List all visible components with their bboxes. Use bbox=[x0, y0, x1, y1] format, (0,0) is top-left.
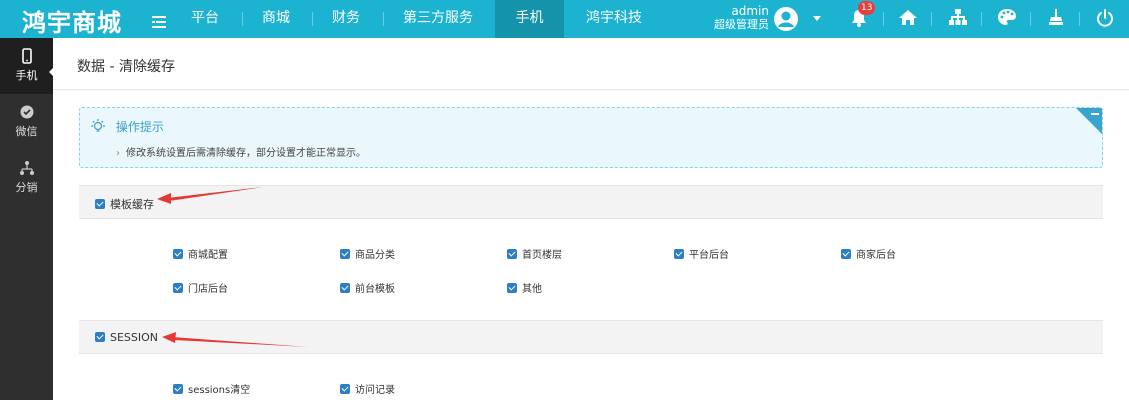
brand-logo[interactable]: 鸿宇商城 bbox=[22, 3, 122, 38]
option-label: 其他 bbox=[522, 284, 542, 295]
collapse-toggle[interactable] bbox=[1076, 108, 1102, 134]
sidebar-item-label: 微信 bbox=[15, 125, 38, 138]
toolbar-divider bbox=[1030, 12, 1031, 26]
nav-divider bbox=[312, 12, 313, 26]
group-label: 模板缓存 bbox=[110, 198, 154, 211]
home-icon[interactable] bbox=[898, 8, 918, 28]
sidebar-item-mobile[interactable]: 手机 bbox=[0, 38, 53, 94]
checkbox-icon[interactable] bbox=[173, 249, 183, 259]
tip-box: 操作提示 › 修改系统设置后需清除缓存，部分设置才能正常显示。 bbox=[79, 107, 1103, 168]
page-header: 数据 - 清除缓存 bbox=[53, 38, 1129, 90]
toolbar-divider bbox=[981, 12, 982, 26]
option-label: 商品分类 bbox=[355, 250, 395, 261]
option-label: sessions清空 bbox=[188, 385, 251, 396]
broom-icon[interactable] bbox=[1046, 8, 1066, 28]
mobile-icon bbox=[19, 48, 35, 64]
power-icon[interactable] bbox=[1095, 8, 1115, 28]
nav-divider bbox=[383, 12, 384, 26]
option-checkbox[interactable]: sessions清空 bbox=[173, 381, 250, 396]
sidebar-item-label: 手机 bbox=[15, 69, 38, 82]
option-label: 门店后台 bbox=[188, 284, 228, 295]
toolbar-divider bbox=[883, 12, 884, 26]
page-title: 数据 - 清除缓存 bbox=[77, 59, 175, 75]
bullet-icon: › bbox=[116, 148, 120, 159]
main-content: 数据 - 清除缓存 操作提示 › 修改系统设置后需清除缓存，部分设置才能正常显示。… bbox=[53, 38, 1129, 400]
nav-item-hongyu-tech[interactable]: 鸿宇科技 bbox=[578, 0, 650, 38]
network-icon bbox=[19, 160, 35, 176]
option-checkbox[interactable]: 商品分类 bbox=[340, 246, 395, 261]
option-checkbox[interactable]: 门店后台 bbox=[173, 280, 228, 295]
option-label: 商城配置 bbox=[188, 250, 228, 261]
option-checkbox[interactable]: 商家后台 bbox=[841, 246, 896, 261]
checkbox-icon[interactable] bbox=[507, 249, 517, 259]
user-name: admin bbox=[731, 4, 769, 18]
tip-header: 操作提示 bbox=[90, 118, 164, 137]
checkbox-icon[interactable] bbox=[95, 332, 105, 342]
content-panel: 操作提示 › 修改系统设置后需清除缓存，部分设置才能正常显示。 模板缓存 商城配置… bbox=[53, 90, 1129, 400]
nav-item-mall[interactable]: 商城 bbox=[256, 0, 296, 38]
checkbox-icon[interactable] bbox=[674, 249, 684, 259]
sitemap-icon[interactable] bbox=[948, 8, 968, 28]
group-checkbox-session[interactable]: SESSION bbox=[95, 331, 158, 344]
checkbox-icon[interactable] bbox=[340, 384, 350, 394]
toolbar-divider bbox=[1079, 12, 1080, 26]
option-label: 访问记录 bbox=[355, 385, 395, 396]
option-label: 商家后台 bbox=[856, 250, 896, 261]
checkbox-icon[interactable] bbox=[173, 384, 183, 394]
option-checkbox[interactable]: 首页楼层 bbox=[507, 246, 562, 261]
option-label: 首页楼层 bbox=[522, 250, 562, 261]
lightbulb-icon bbox=[90, 118, 106, 137]
sidebar-item-wechat[interactable]: 微信 bbox=[0, 94, 53, 150]
group-checkbox-template-cache[interactable]: 模板缓存 bbox=[95, 196, 154, 212]
nav-item-finance[interactable]: 财务 bbox=[326, 0, 366, 38]
group-label: SESSION bbox=[110, 331, 159, 344]
avatar-icon[interactable] bbox=[773, 6, 799, 32]
minus-icon bbox=[1091, 113, 1099, 115]
tip-text-content: 修改系统设置后需清除缓存，部分设置才能正常显示。 bbox=[126, 148, 366, 159]
palette-icon[interactable] bbox=[997, 8, 1017, 28]
nav-item-mobile[interactable]: 手机 bbox=[495, 0, 564, 38]
option-checkbox[interactable]: 前台模板 bbox=[340, 280, 395, 295]
tip-text: › 修改系统设置后需清除缓存，部分设置才能正常显示。 bbox=[116, 144, 366, 159]
chevron-down-icon[interactable] bbox=[813, 16, 821, 21]
nav-toggle-icon[interactable] bbox=[152, 16, 166, 28]
checkbox-icon[interactable] bbox=[841, 249, 851, 259]
option-label: 平台后台 bbox=[689, 250, 729, 261]
checkbox-icon[interactable] bbox=[173, 283, 183, 293]
option-checkbox[interactable]: 商城配置 bbox=[173, 246, 228, 261]
wechat-icon bbox=[19, 104, 35, 120]
tip-title: 操作提示 bbox=[115, 120, 164, 134]
checkbox-icon[interactable] bbox=[340, 283, 350, 293]
option-checkbox[interactable]: 访问记录 bbox=[340, 381, 395, 396]
nav-item-third-party[interactable]: 第三方服务 bbox=[396, 0, 480, 38]
nav-divider bbox=[242, 12, 243, 26]
group-header-template-cache: 模板缓存 bbox=[79, 185, 1103, 219]
checkbox-icon[interactable] bbox=[507, 283, 517, 293]
sidebar-item-label: 分销 bbox=[15, 181, 38, 194]
nav-item-platform[interactable]: 平台 bbox=[185, 0, 225, 38]
left-sidebar: 手机 微信 分销 bbox=[0, 38, 55, 400]
toolbar-divider bbox=[931, 12, 932, 26]
top-navbar: 鸿宇商城 平台 商城 财务 第三方服务 手机 鸿宇科技 admin 超级管理员 … bbox=[0, 0, 1129, 38]
option-checkbox[interactable]: 其他 bbox=[507, 280, 542, 295]
user-role: 超级管理员 bbox=[714, 18, 769, 31]
sidebar-item-distribution[interactable]: 分销 bbox=[0, 150, 53, 206]
group-header-session: SESSION bbox=[79, 320, 1103, 354]
option-label: 前台模板 bbox=[355, 284, 395, 295]
checkbox-icon[interactable] bbox=[340, 249, 350, 259]
option-checkbox[interactable]: 平台后台 bbox=[674, 246, 729, 261]
notification-badge: 13 bbox=[858, 1, 876, 15]
checkbox-icon[interactable] bbox=[95, 199, 105, 209]
user-info[interactable]: admin 超级管理员 bbox=[714, 4, 769, 32]
